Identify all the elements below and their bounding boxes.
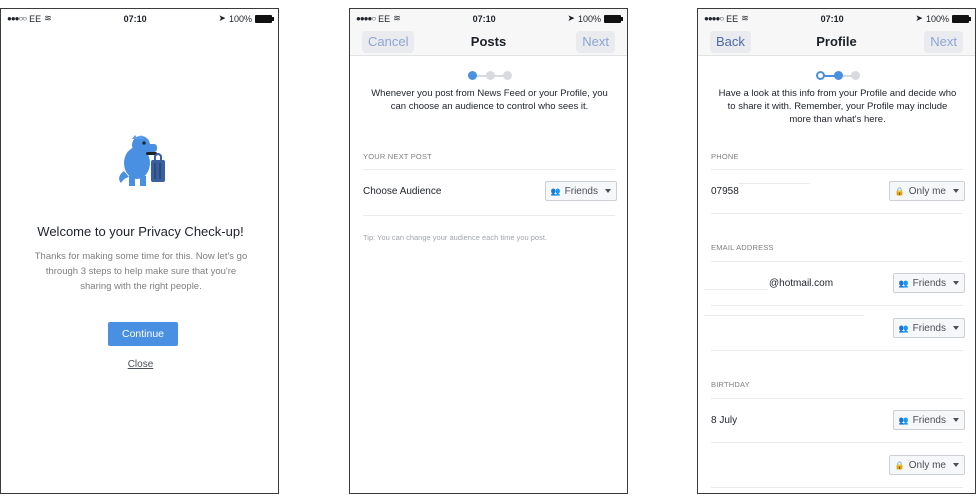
phone-value: 07958 (711, 186, 739, 197)
email-value: @hotmail.com (769, 278, 834, 289)
birthday-audience-selector[interactable]: 👥 Friends (892, 410, 965, 430)
chevron-down-icon (953, 418, 959, 422)
posts-intro-text: Whenever you post from News Feed or your… (371, 88, 608, 112)
choose-audience-label: Choose Audience (363, 186, 442, 197)
audience-selector[interactable]: 👥 Friends (544, 181, 617, 201)
clock: 07:10 (123, 13, 147, 24)
signal-icon: ●●●●○ (356, 14, 376, 23)
status-bar: ●●●●○ EE ≋ 07:10 ➤ 100% (698, 9, 975, 28)
step-dot-2 (834, 71, 843, 80)
battery-icon (255, 14, 274, 23)
next-button[interactable]: Next (576, 31, 615, 53)
birthday-value: 8 July (711, 415, 738, 426)
phone-screen-welcome: ●●●○○ EE ≋ 07:10 ➤ 100% Welcome to your Pri… (0, 8, 279, 494)
email2-audience-selector[interactable]: 👥 Friends (892, 318, 965, 338)
chevron-down-icon (953, 463, 959, 467)
phone-screen-posts: ●●●●○ EE ≋ 07:10 ➤ 100% Cancel Posts Next W… (349, 8, 628, 494)
section-header-next-post: YOUR NEXT POST (363, 152, 432, 161)
chevron-down-icon (953, 326, 959, 330)
signal-icon: ●●●○○ (7, 14, 27, 23)
clock: 07:10 (472, 13, 496, 24)
status-bar: ●●●●○ EE ≋ 07:10 ➤ 100% (350, 9, 627, 28)
cancel-button[interactable]: Cancel (362, 31, 415, 53)
back-button[interactable]: Back (710, 31, 751, 53)
section-header-birthday: BIRTHDAY (711, 380, 750, 389)
divider (711, 305, 963, 306)
page-title: Profile (816, 34, 857, 49)
email-audience-selector[interactable]: 👥 Friends (892, 273, 965, 293)
divider (711, 261, 963, 262)
battery-icon (604, 14, 623, 23)
wifi-icon: ≋ (44, 13, 52, 23)
phone-screen-profile: ●●●●○ EE ≋ 07:10 ➤ 100% Back Profile Next H… (697, 8, 976, 494)
welcome-description: Thanks for making some time for this. No… (34, 251, 248, 292)
chevron-down-icon (953, 281, 959, 285)
divider (711, 350, 963, 351)
step-indicator (468, 71, 512, 81)
phone-audience-selector[interactable]: 🔒 Only me (888, 181, 965, 201)
step-dot-1 (816, 71, 825, 80)
lock-icon: 🔒 (894, 186, 905, 196)
battery-percent: 100% (577, 13, 601, 24)
carrier: EE (29, 13, 42, 24)
page-title: Posts (470, 34, 507, 49)
step-dot-1 (468, 71, 477, 80)
status-bar: ●●●○○ EE ≋ 07:10 ➤ 100% (1, 9, 278, 28)
lock-icon: 🔒 (894, 460, 905, 470)
battery-icon (952, 14, 971, 23)
next-button[interactable]: Next (924, 31, 963, 53)
divider (711, 442, 963, 443)
section-header-phone: PHONE (711, 152, 739, 161)
battery-percent: 100% (228, 13, 252, 24)
clock: 07:10 (820, 13, 844, 24)
divider (711, 398, 963, 399)
step-dot-2 (486, 71, 495, 80)
privacy-dinosaur-illustration (119, 135, 165, 186)
step-dot-3 (851, 71, 860, 80)
divider (711, 213, 963, 214)
nav-bar: Back Profile Next (698, 28, 975, 56)
friends-icon: 👥 (898, 323, 909, 333)
friends-icon: 👥 (898, 278, 909, 288)
divider (711, 487, 963, 488)
step-indicator (816, 71, 860, 81)
friends-icon: 👥 (898, 415, 909, 425)
chevron-down-icon (953, 189, 959, 193)
location-icon: ➤ (218, 13, 226, 23)
wifi-icon: ≋ (393, 13, 401, 23)
signal-icon: ●●●●○ (704, 14, 724, 23)
chevron-down-icon (605, 189, 611, 193)
close-link[interactable]: Close (1, 359, 278, 370)
step-dot-3 (503, 71, 512, 80)
friends-icon: 👥 (550, 186, 561, 196)
wifi-icon: ≋ (741, 13, 749, 23)
profile-intro-text: Have a look at this info from your Profi… (718, 88, 957, 125)
section-header-email: EMAIL ADDRESS (711, 243, 774, 252)
continue-button[interactable]: Continue (108, 322, 178, 346)
location-icon: ➤ (567, 13, 575, 23)
divider (363, 169, 615, 170)
nav-bar: Cancel Posts Next (350, 28, 627, 56)
welcome-title: Welcome to your Privacy Check-up! (37, 224, 244, 239)
carrier: EE (726, 13, 739, 24)
divider (363, 215, 615, 216)
battery-percent: 100% (925, 13, 949, 24)
birthyear-audience-selector[interactable]: 🔒 Only me (888, 455, 965, 475)
carrier: EE (378, 13, 391, 24)
divider (711, 169, 963, 170)
location-icon: ➤ (915, 13, 923, 23)
tip-text: Tip: You can change your audience each t… (363, 233, 548, 242)
